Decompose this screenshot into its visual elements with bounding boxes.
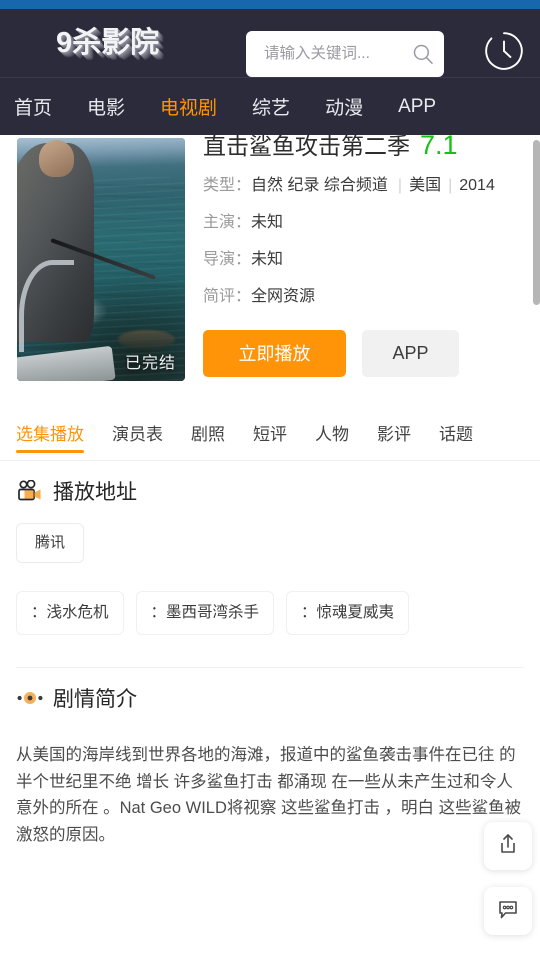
meta-director-value: 未知 [251, 250, 284, 268]
detail-tabs: 选集播放 演员表 剧照 短评 人物 影评 话题 [0, 404, 540, 461]
tab-reviews[interactable]: 影评 [377, 404, 411, 460]
meta-genre-row: 类型：自然 纪录 综合频道 | 美国 | 2014 [203, 173, 522, 199]
play-address-section: 播放地址 腾讯 ：浅水危机 ：墨西哥湾杀手 ：惊魂夏威夷 [0, 461, 540, 641]
synopsis-section: 剧情简介 从美国的海岸线到世界各地的海滩，报道中的鲨鱼袭击事件在已往 的半个世纪… [0, 668, 540, 849]
synopsis-text: 从美国的海岸线到世界各地的海滩，报道中的鲨鱼袭击事件在已往 的半个世纪里不绝 增… [16, 746, 522, 845]
history-button[interactable] [480, 29, 528, 77]
source-chip-tencent[interactable]: 腾讯 [16, 523, 85, 563]
meta-review-row: 简评：全网资源 [203, 284, 522, 310]
meta-genre-tags[interactable]: 自然 纪录 综合频道 [251, 177, 391, 194]
tab-cast[interactable]: 演员表 [112, 404, 163, 460]
page-scrollbar[interactable] [533, 135, 540, 960]
tab-episodes[interactable]: 选集播放 [16, 404, 84, 460]
rating-score: 7.1 [420, 130, 458, 160]
meta-actor-value: 未知 [251, 213, 284, 231]
meta-genre-label: 类型： [203, 176, 252, 194]
status-bar [0, 0, 540, 9]
meta-director-label: 导演： [203, 250, 252, 268]
meta-review-value: 全网资源 [251, 287, 316, 305]
meta-actor-row: 主演：未知 [203, 210, 522, 236]
share-icon [496, 832, 520, 861]
search-input[interactable] [262, 44, 412, 64]
play-now-button[interactable]: 立即播放 [203, 329, 346, 377]
nav-item-variety[interactable]: 综艺 [252, 93, 290, 120]
episode-item[interactable]: ：墨西哥湾杀手 [135, 591, 275, 635]
comment-icon [496, 897, 520, 926]
share-button[interactable] [484, 822, 532, 870]
episode-item[interactable]: ：浅水危机 [16, 591, 124, 635]
meta-separator: | [448, 176, 453, 194]
tab-characters[interactable]: 人物 [315, 404, 349, 460]
meta-year[interactable]: 2014 [459, 177, 495, 194]
media-info: 直击鲨鱼攻击第二季 7.1 类型：自然 纪录 综合频道 | 美国 | 2014 主演：未… [185, 132, 540, 381]
status-badge: 已完结 [124, 355, 176, 372]
meta-separator: | [397, 176, 403, 194]
meta-director-row: 导演：未知 [203, 247, 522, 273]
search-icon[interactable] [412, 43, 434, 65]
action-buttons: 立即播放 APP [203, 329, 522, 377]
synopsis-heading: 剧情简介 [16, 668, 524, 728]
page-title: 直击鲨鱼攻击第二季 [203, 133, 410, 159]
page-scroll-container[interactable]: 已完结 直击鲨鱼攻击第二季 7.1 类型：自然 纪录 综合频道 | 美国 | 2014 … [0, 0, 540, 960]
site-logo[interactable]: 9杀影院 [56, 28, 159, 58]
header-top-row: 9杀影院 [0, 9, 540, 77]
nav-item-tv[interactable]: 电视剧 [160, 93, 217, 120]
source-list: 腾讯 [16, 523, 524, 563]
main-nav: 首页 电影 电视剧 综艺 动漫 APP [0, 77, 540, 135]
poster-thumbnail[interactable]: 已完结 [17, 138, 185, 381]
poster-fisherman-head [38, 140, 75, 177]
dots-icon [16, 684, 44, 712]
meta-review-label: 简评： [203, 287, 252, 305]
nav-item-home[interactable]: 首页 [14, 93, 52, 120]
meta-actor-label: 主演： [203, 213, 252, 231]
episode-list: ：浅水危机 ：墨西哥湾杀手 ：惊魂夏威夷 [16, 591, 524, 641]
search-box[interactable] [246, 31, 444, 77]
play-address-heading: 播放地址 [16, 461, 524, 521]
video-camera-icon [16, 477, 44, 505]
app-button[interactable]: APP [362, 329, 459, 377]
scrollbar-thumb[interactable] [533, 140, 540, 305]
nav-item-anime[interactable]: 动漫 [325, 93, 363, 120]
clock-icon [483, 30, 525, 77]
title-row: 直击鲨鱼攻击第二季 7.1 [203, 132, 522, 162]
nav-item-movies[interactable]: 电影 [87, 93, 125, 120]
episode-item[interactable]: ：惊魂夏威夷 [286, 591, 410, 635]
play-address-title: 播放地址 [53, 481, 137, 504]
tab-stills[interactable]: 剧照 [191, 404, 225, 460]
poster-image [17, 138, 185, 381]
meta-region[interactable]: 美国 [409, 177, 441, 194]
nav-item-app[interactable]: APP [398, 96, 436, 118]
synopsis-title: 剧情简介 [53, 688, 137, 711]
comment-button[interactable] [484, 887, 532, 935]
tab-topics[interactable]: 话题 [439, 404, 473, 460]
tab-short-reviews[interactable]: 短评 [253, 404, 287, 460]
site-header: 9杀影院 首页 电影 电视剧 综艺 动漫 [0, 9, 540, 135]
